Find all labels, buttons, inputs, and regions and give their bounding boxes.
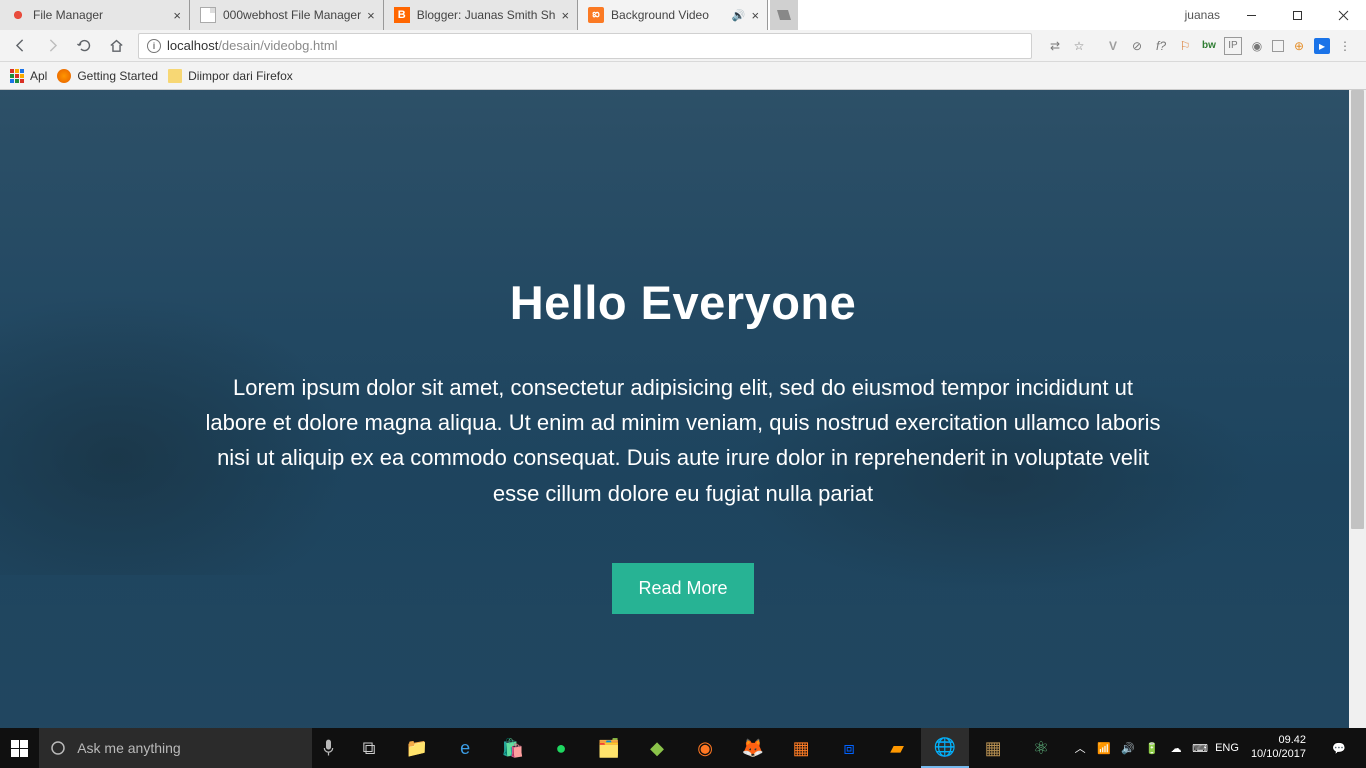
hero-content: Hello Everyone Lorem ipsum dolor sit ame… [203, 90, 1163, 614]
chrome-user-label[interactable]: juanas [1177, 0, 1228, 30]
bookmark-star-icon[interactable]: ☆ [1070, 37, 1088, 55]
sublime-icon[interactable]: ▰ [873, 728, 921, 768]
mic-button[interactable] [312, 728, 345, 768]
new-tab-button[interactable] [770, 0, 798, 30]
bookmark-label: Apl [30, 69, 47, 83]
ext-camera-icon[interactable]: ◉ [1248, 37, 1266, 55]
xampp-icon[interactable]: ▦ [777, 728, 825, 768]
site-info-icon[interactable]: i [147, 39, 161, 53]
window-controls [1228, 0, 1366, 30]
audio-icon[interactable]: 🔊 [732, 9, 746, 22]
windows-taskbar: Ask me anything ⧉ 📁 e 🛍️ ● 🗂️ ◆ ◉ 🦊 ▦ ⧈ … [0, 728, 1366, 768]
store-icon[interactable]: 🛍️ [489, 728, 537, 768]
favicon-filemanager [10, 7, 26, 23]
bookmark-apps[interactable]: Apl [10, 69, 47, 83]
window-titlebar: File Manager × 000webhost File Manager ×… [0, 0, 1366, 30]
search-placeholder: Ask me anything [77, 740, 181, 756]
tab-blogger[interactable]: B Blogger: Juanas Smith Sh × [384, 0, 578, 30]
browser-toolbar: i localhost/desain/videobg.html ⇄ ☆ V ⊘ … [0, 30, 1366, 62]
bookmark-label: Getting Started [77, 69, 158, 83]
ext-stop-icon[interactable]: ⊘ [1128, 37, 1146, 55]
ext-dots-icon[interactable]: ⊕ [1290, 37, 1308, 55]
folder-icon [168, 69, 182, 83]
reload-button[interactable] [70, 32, 98, 60]
browser-tabs: File Manager × 000webhost File Manager ×… [0, 0, 1177, 30]
url-text: localhost/desain/videobg.html [167, 38, 338, 53]
tab-000webhost[interactable]: 000webhost File Manager × [190, 0, 384, 30]
action-center-icon[interactable]: 💬 [1318, 742, 1360, 755]
android-studio-icon[interactable]: ◆ [633, 728, 681, 768]
scrollbar-thumb[interactable] [1351, 90, 1364, 529]
favicon-blogger: B [394, 7, 410, 23]
firefox-icon [57, 69, 71, 83]
ext-square-icon[interactable] [1272, 40, 1284, 52]
vertical-scrollbar[interactable] [1349, 90, 1366, 736]
volume-icon[interactable]: 🔊 [1119, 739, 1137, 757]
favicon-doc [200, 7, 216, 23]
page-viewport: Hello Everyone Lorem ipsum dolor sit ame… [0, 90, 1366, 736]
ext-flag-icon[interactable]: ⚐ [1176, 37, 1194, 55]
start-button[interactable] [0, 728, 39, 768]
close-button[interactable] [1320, 0, 1366, 30]
onedrive-icon[interactable]: ☁ [1167, 739, 1185, 757]
minimize-button[interactable] [1228, 0, 1274, 30]
clock-time: 09.42 [1251, 734, 1306, 748]
close-icon[interactable]: × [367, 8, 375, 23]
forward-button[interactable] [38, 32, 66, 60]
chevron-up-icon[interactable]: ︿ [1071, 739, 1089, 757]
taskbar-app-icon[interactable]: ◉ [681, 728, 729, 768]
close-icon[interactable]: × [173, 8, 181, 23]
favicon-xampp: ఐ [588, 7, 604, 23]
ext-ip-icon[interactable]: IP [1224, 37, 1242, 55]
keyboard-icon[interactable]: ⌨ [1191, 739, 1209, 757]
cortana-icon [49, 739, 67, 757]
bookmark-label: Diimpor dari Firefox [188, 69, 293, 83]
task-icons: ⧉ 📁 e 🛍️ ● 🗂️ ◆ ◉ 🦊 ▦ ⧈ ▰ 🌐 ▦ ⚛ [345, 728, 1065, 768]
read-more-button[interactable]: Read More [612, 563, 753, 614]
ext-bw-icon[interactable]: bw [1200, 37, 1218, 55]
omnibox-right-icons: ⇄ ☆ [1040, 37, 1094, 55]
extensions: V ⊘ f? ⚐ bw IP ◉ ⊕ ▸ ⋮ [1098, 37, 1360, 55]
tab-title: 000webhost File Manager [223, 8, 361, 22]
spotify-icon[interactable]: ● [537, 728, 585, 768]
ext-blue-icon[interactable]: ▸ [1314, 38, 1330, 54]
home-button[interactable] [102, 32, 130, 60]
bookmark-getting-started[interactable]: Getting Started [57, 69, 158, 83]
dropbox-icon[interactable]: ⧈ [825, 728, 873, 768]
chrome-icon[interactable]: 🌐 [921, 728, 969, 768]
menu-icon[interactable]: ⋮ [1336, 37, 1354, 55]
ext-font-icon[interactable]: f? [1152, 37, 1170, 55]
translate-icon[interactable]: ⇄ [1046, 37, 1064, 55]
tab-file-manager[interactable]: File Manager × [0, 0, 190, 30]
tab-title: File Manager [33, 8, 167, 22]
hero-paragraph: Lorem ipsum dolor sit amet, consectetur … [203, 370, 1163, 511]
apps-icon [10, 69, 24, 83]
tab-title: Blogger: Juanas Smith Sh [417, 8, 556, 22]
wifi-icon[interactable]: 📶 [1095, 739, 1113, 757]
firefox-icon[interactable]: 🦊 [729, 728, 777, 768]
task-view-icon[interactable]: ⧉ [345, 728, 393, 768]
cortana-search[interactable]: Ask me anything [39, 728, 312, 768]
address-bar[interactable]: i localhost/desain/videobg.html [138, 33, 1032, 59]
language-indicator[interactable]: ENG [1215, 742, 1239, 754]
tab-title: Background Video [611, 8, 728, 22]
hero-heading: Hello Everyone [203, 275, 1163, 330]
maximize-button[interactable] [1274, 0, 1320, 30]
close-icon[interactable]: × [751, 8, 759, 23]
clock[interactable]: 09.42 10/10/2017 [1245, 734, 1312, 762]
folder-icon[interactable]: 🗂️ [585, 728, 633, 768]
back-button[interactable] [6, 32, 34, 60]
file-explorer-icon[interactable]: 📁 [393, 728, 441, 768]
clock-date: 10/10/2017 [1251, 748, 1306, 762]
taskbar-app-icon[interactable]: ▦ [969, 728, 1017, 768]
battery-icon[interactable]: 🔋 [1143, 739, 1161, 757]
system-tray: ︿ 📶 🔊 🔋 ☁ ⌨ ENG 09.42 10/10/2017 💬 [1065, 728, 1366, 768]
tab-background-video[interactable]: ఐ Background Video 🔊 × [578, 0, 768, 30]
close-icon[interactable]: × [561, 8, 569, 23]
bookmarks-bar: Apl Getting Started Diimpor dari Firefox [0, 62, 1366, 90]
bookmark-diimpor[interactable]: Diimpor dari Firefox [168, 69, 293, 83]
atom-icon[interactable]: ⚛ [1017, 728, 1065, 768]
ext-v-icon[interactable]: V [1104, 37, 1122, 55]
edge-icon[interactable]: e [441, 728, 489, 768]
